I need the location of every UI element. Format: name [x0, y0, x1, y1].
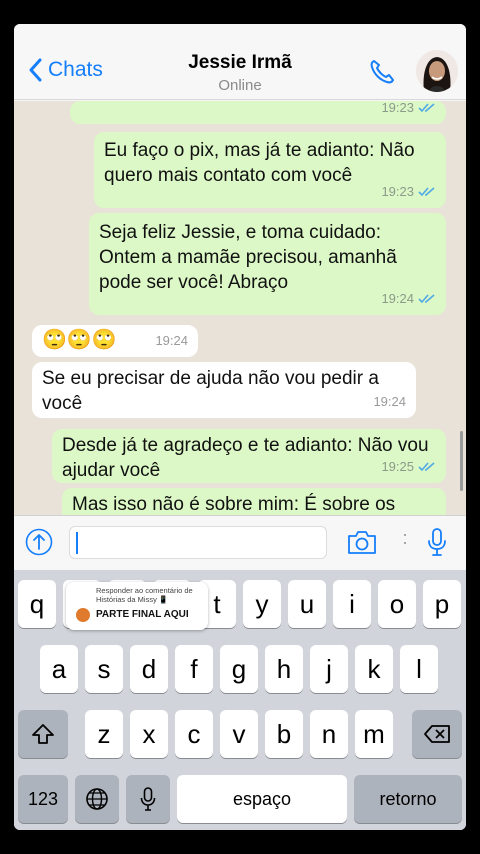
camera-icon[interactable]: [346, 528, 378, 556]
message-meta: 19:25: [381, 454, 436, 479]
backspace-key[interactable]: [412, 710, 462, 758]
message-time: 19:23: [381, 184, 414, 199]
key-k[interactable]: k: [355, 645, 393, 693]
key-h[interactable]: h: [265, 645, 303, 693]
message-meta: 19:23: [381, 101, 436, 120]
key-u[interactable]: u: [288, 580, 326, 628]
key-m[interactable]: m: [355, 710, 393, 758]
key-j[interactable]: j: [310, 645, 348, 693]
key-s[interactable]: s: [85, 645, 123, 693]
vertical-dots-icon: · ·: [402, 524, 408, 552]
key-d[interactable]: d: [130, 645, 168, 693]
message-time: 19:23: [381, 101, 414, 115]
key-b[interactable]: b: [265, 710, 303, 758]
message-bubble-incoming[interactable]: Se eu precisar de ajuda não vou pedir a …: [32, 362, 416, 418]
key-l[interactable]: l: [400, 645, 438, 693]
message-text: Se eu precisar de ajuda não vou pedir a …: [42, 368, 379, 414]
key-v[interactable]: v: [220, 710, 258, 758]
message-list[interactable]: 19:23 Eu faço o pix, mas já te adianto: …: [14, 101, 466, 515]
key-q[interactable]: q: [18, 580, 56, 628]
onscreen-keyboard: q w e r t y u i o p Responder ao comentá…: [14, 570, 466, 830]
message-meta: 19:24: [373, 389, 406, 414]
key-p[interactable]: p: [423, 580, 461, 628]
microphone-icon[interactable]: [427, 527, 447, 557]
phone-call-icon[interactable]: [368, 58, 396, 86]
sticker-logo: [76, 608, 90, 622]
key-a[interactable]: a: [40, 645, 78, 693]
message-bubble-outgoing[interactable]: 19:23: [70, 101, 446, 124]
key-x[interactable]: x: [130, 710, 168, 758]
double-check-icon: [418, 102, 435, 112]
chat-scrollbar[interactable]: [460, 431, 463, 491]
microphone-icon: [140, 787, 156, 811]
shift-arrow-icon: [32, 724, 54, 744]
sticker-title: PARTE FINAL AQUI: [96, 609, 189, 620]
avatar-portrait-icon: [416, 50, 458, 92]
numbers-key[interactable]: 123: [18, 775, 68, 823]
key-g[interactable]: g: [220, 645, 258, 693]
message-time: 19:24: [381, 291, 414, 306]
key-f[interactable]: f: [175, 645, 213, 693]
contact-status: Online: [218, 77, 262, 94]
key-z[interactable]: z: [85, 710, 123, 758]
comment-reply-sticker: Responder ao comentário de Histórias da …: [66, 582, 208, 630]
message-time: 19:25: [381, 459, 414, 474]
return-key[interactable]: retorno: [354, 775, 462, 823]
message-bubble-outgoing[interactable]: Eu faço o pix, mas já te adianto: Não qu…: [94, 132, 446, 208]
key-c[interactable]: c: [175, 710, 213, 758]
attach-icon[interactable]: [25, 528, 53, 556]
shift-key[interactable]: [18, 710, 68, 758]
double-check-icon: [418, 293, 435, 303]
message-text: Mas isso não é sobre mim: É sobre os SEU…: [72, 494, 396, 515]
message-meta: 19:24: [155, 328, 188, 353]
compose-bar: · ·: [14, 515, 466, 569]
key-o[interactable]: o: [378, 580, 416, 628]
key-i[interactable]: i: [333, 580, 371, 628]
message-text: Seja feliz Jessie, e toma cuidado: Ontem…: [99, 222, 397, 293]
key-y[interactable]: y: [243, 580, 281, 628]
space-key[interactable]: espaço: [177, 775, 347, 823]
message-meta: 19:24: [381, 286, 436, 311]
message-bubble-outgoing[interactable]: Mas isso não é sobre mim: É sobre os SEU…: [62, 488, 446, 515]
message-time: 19:24: [373, 394, 406, 409]
message-meta: 19:23: [381, 179, 436, 204]
contact-avatar[interactable]: [416, 50, 458, 92]
message-time: 19:24: [155, 333, 188, 348]
contact-name[interactable]: Jessie Irmã: [14, 52, 466, 74]
globe-key[interactable]: [75, 775, 119, 823]
dictation-key[interactable]: [126, 775, 170, 823]
phone-screen: Chats Jessie Irmã Online 19:23 Eu faço o…: [14, 24, 466, 830]
sticker-caption: Responder ao comentário de Histórias da …: [96, 586, 193, 604]
message-text: Desde já te agradeço e te adianto: Não v…: [62, 435, 429, 481]
backspace-icon: [424, 725, 450, 743]
message-input[interactable]: [69, 526, 327, 559]
message-bubble-outgoing[interactable]: Desde já te agradeço e te adianto: Não v…: [52, 429, 446, 483]
chat-header: Chats Jessie Irmã Online: [14, 24, 466, 100]
double-check-icon: [418, 186, 435, 196]
double-check-icon: [418, 461, 435, 471]
message-bubble-incoming[interactable]: 🙄🙄🙄 19:24: [32, 325, 198, 357]
globe-icon: [86, 788, 108, 810]
text-caret: [76, 532, 78, 554]
message-bubble-outgoing[interactable]: Seja feliz Jessie, e toma cuidado: Ontem…: [89, 213, 446, 315]
key-n[interactable]: n: [310, 710, 348, 758]
